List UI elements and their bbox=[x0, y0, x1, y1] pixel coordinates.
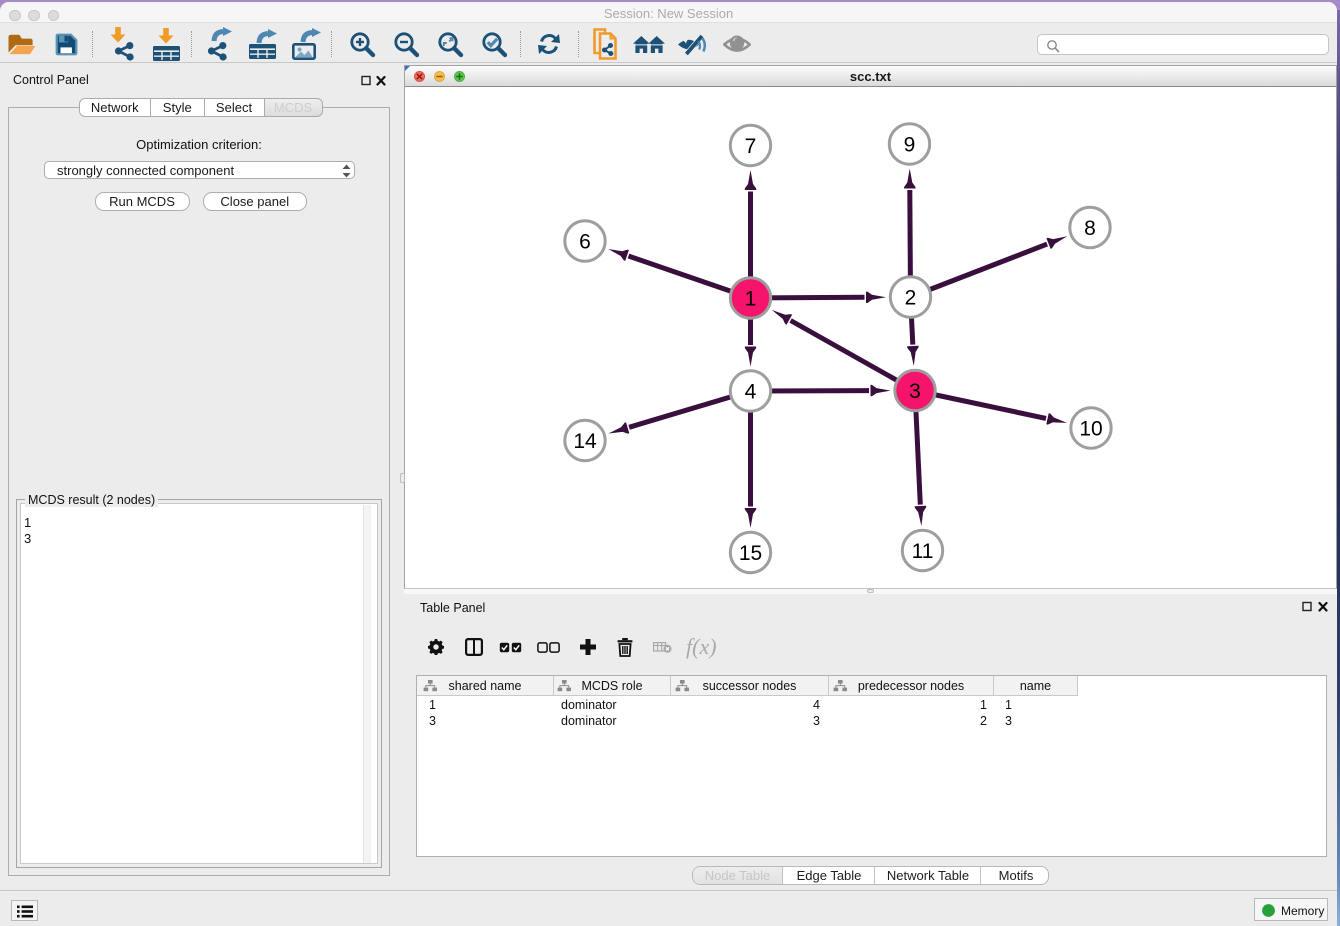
svg-text:6: 6 bbox=[579, 230, 591, 253]
svg-text:10: 10 bbox=[1079, 417, 1102, 440]
svg-text:1: 1 bbox=[745, 287, 757, 310]
svg-text:8: 8 bbox=[1084, 217, 1096, 240]
svg-text:3: 3 bbox=[909, 380, 921, 403]
svg-text:15: 15 bbox=[739, 542, 762, 565]
svg-text:2: 2 bbox=[905, 286, 917, 309]
svg-text:7: 7 bbox=[745, 135, 757, 158]
svg-text:4: 4 bbox=[745, 380, 757, 403]
svg-text:14: 14 bbox=[573, 430, 597, 453]
svg-text:9: 9 bbox=[904, 133, 916, 156]
svg-text:11: 11 bbox=[912, 540, 934, 563]
